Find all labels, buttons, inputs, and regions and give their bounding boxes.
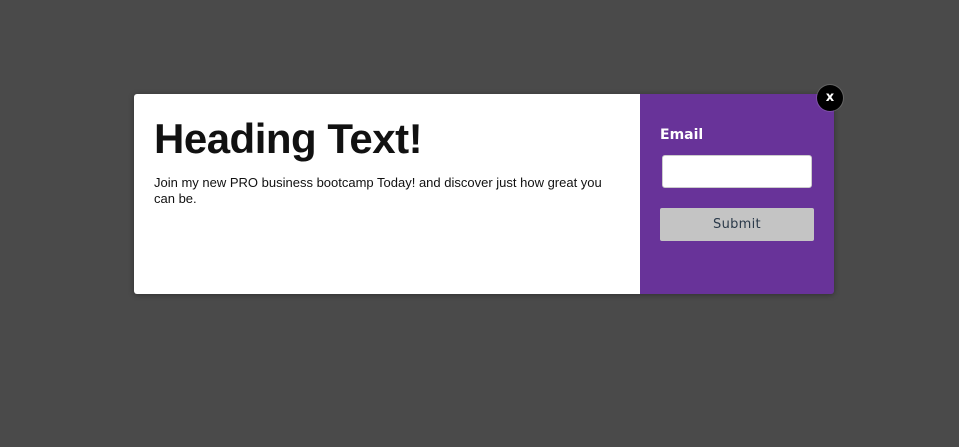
close-button[interactable]: x xyxy=(817,85,843,111)
close-icon: x xyxy=(825,90,835,105)
popup-modal: Heading Text! Join my new PRO business b… xyxy=(134,94,834,294)
popup-heading: Heading Text! xyxy=(154,115,423,162)
submit-button[interactable]: Submit xyxy=(660,208,814,241)
popup-content: Heading Text! Join my new PRO business b… xyxy=(134,94,640,294)
email-label: Email xyxy=(660,127,704,143)
email-field[interactable] xyxy=(662,155,812,188)
signup-form: Email Submit xyxy=(640,94,834,294)
popup-body-text: Join my new PRO business bootcamp Today!… xyxy=(154,175,602,206)
